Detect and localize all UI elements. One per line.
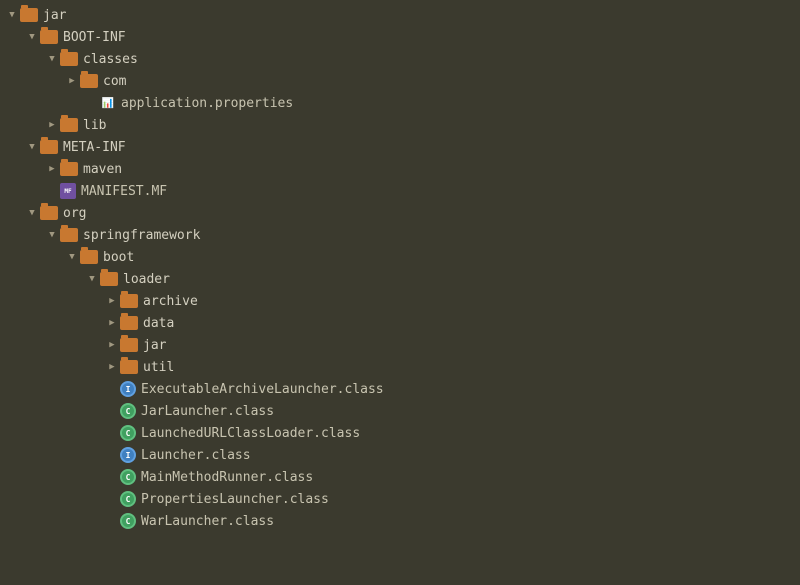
item-label: springframework <box>83 228 200 243</box>
tree-item-maven[interactable]: maven <box>0 158 800 180</box>
folder-icon <box>120 316 138 330</box>
manifest-file-icon: MF <box>60 183 76 199</box>
tree-item-MainMethodRunner[interactable]: C MainMethodRunner.class <box>0 466 800 488</box>
arrow-expanded <box>4 7 20 23</box>
file-tree[interactable]: jar BOOT-INF classes com 📊 application.proper… <box>0 0 800 585</box>
item-label: WarLauncher.class <box>141 514 274 529</box>
folder-icon <box>60 228 78 242</box>
item-label: util <box>143 360 174 375</box>
item-label: jar <box>143 338 166 353</box>
properties-file-icon: 📊 <box>100 95 116 111</box>
arrow-leaf <box>104 491 120 507</box>
arrow-leaf <box>104 447 120 463</box>
arrow-leaf <box>104 425 120 441</box>
concrete-class-icon: C <box>120 491 136 507</box>
tree-item-jar2[interactable]: jar <box>0 334 800 356</box>
item-label: application.properties <box>121 96 293 111</box>
tree-item-meta-inf[interactable]: META-INF <box>0 136 800 158</box>
item-label: archive <box>143 294 198 309</box>
arrow-leaf <box>104 381 120 397</box>
item-label: org <box>63 206 86 221</box>
tree-item-manifest-mf[interactable]: MF MANIFEST.MF <box>0 180 800 202</box>
tree-item-LaunchedURLClassLoader[interactable]: C LaunchedURLClassLoader.class <box>0 422 800 444</box>
concrete-class-icon: C <box>120 425 136 441</box>
item-label: LaunchedURLClassLoader.class <box>141 426 360 441</box>
item-label: PropertiesLauncher.class <box>141 492 329 507</box>
arrow-collapsed <box>104 315 120 331</box>
item-label: MANIFEST.MF <box>81 184 167 199</box>
arrow-leaf <box>104 403 120 419</box>
item-label: classes <box>83 52 138 67</box>
item-label: com <box>103 74 126 89</box>
tree-item-org[interactable]: org <box>0 202 800 224</box>
arrow-leaf <box>104 513 120 529</box>
tree-item-application-properties[interactable]: 📊 application.properties <box>0 92 800 114</box>
item-label: loader <box>123 272 170 287</box>
item-label: data <box>143 316 174 331</box>
arrow-collapsed <box>104 293 120 309</box>
folder-icon <box>60 52 78 66</box>
arrow-expanded <box>84 271 100 287</box>
tree-item-com[interactable]: com <box>0 70 800 92</box>
item-label: jar <box>43 8 66 23</box>
folder-icon <box>40 206 58 220</box>
folder-icon <box>120 294 138 308</box>
interface-class-icon: I <box>120 381 136 397</box>
concrete-class-icon: C <box>120 403 136 419</box>
tree-item-PropertiesLauncher[interactable]: C PropertiesLauncher.class <box>0 488 800 510</box>
arrow-collapsed <box>104 359 120 375</box>
tree-item-JarLauncher[interactable]: C JarLauncher.class <box>0 400 800 422</box>
arrow-leaf <box>44 183 60 199</box>
arrow-leaf <box>104 469 120 485</box>
concrete-class-icon: C <box>120 469 136 485</box>
arrow-collapsed <box>104 337 120 353</box>
tree-item-archive[interactable]: archive <box>0 290 800 312</box>
tree-item-springframework[interactable]: springframework <box>0 224 800 246</box>
arrow-expanded <box>24 139 40 155</box>
folder-icon <box>20 8 38 22</box>
arrow-collapsed <box>44 161 60 177</box>
arrow-leaf <box>84 95 100 111</box>
item-label: maven <box>83 162 122 177</box>
tree-item-Launcher[interactable]: I Launcher.class <box>0 444 800 466</box>
item-label: Launcher.class <box>141 448 251 463</box>
tree-item-classes[interactable]: classes <box>0 48 800 70</box>
arrow-expanded <box>44 51 60 67</box>
folder-icon <box>80 74 98 88</box>
tree-item-boot[interactable]: boot <box>0 246 800 268</box>
item-label: boot <box>103 250 134 265</box>
item-label: META-INF <box>63 140 126 155</box>
item-label: BOOT-INF <box>63 30 126 45</box>
arrow-expanded <box>64 249 80 265</box>
item-label: lib <box>83 118 106 133</box>
tree-item-data[interactable]: data <box>0 312 800 334</box>
folder-icon <box>40 140 58 154</box>
folder-icon <box>80 250 98 264</box>
tree-item-boot-inf[interactable]: BOOT-INF <box>0 26 800 48</box>
folder-icon <box>120 338 138 352</box>
item-label: MainMethodRunner.class <box>141 470 313 485</box>
item-label: JarLauncher.class <box>141 404 274 419</box>
tree-item-util[interactable]: util <box>0 356 800 378</box>
tree-item-WarLauncher[interactable]: C WarLauncher.class <box>0 510 800 532</box>
tree-item-ExecutableArchiveLauncher[interactable]: I ExecutableArchiveLauncher.class <box>0 378 800 400</box>
folder-icon <box>40 30 58 44</box>
folder-icon <box>120 360 138 374</box>
concrete-class-icon: C <box>120 513 136 529</box>
arrow-collapsed <box>64 73 80 89</box>
folder-icon <box>100 272 118 286</box>
interface-class-icon: I <box>120 447 136 463</box>
item-label: ExecutableArchiveLauncher.class <box>141 382 384 397</box>
tree-item-loader[interactable]: loader <box>0 268 800 290</box>
tree-item-jar[interactable]: jar <box>0 4 800 26</box>
folder-icon <box>60 162 78 176</box>
arrow-expanded <box>24 29 40 45</box>
folder-icon <box>60 118 78 132</box>
arrow-expanded <box>44 227 60 243</box>
tree-item-lib[interactable]: lib <box>0 114 800 136</box>
arrow-expanded <box>24 205 40 221</box>
arrow-collapsed <box>44 117 60 133</box>
